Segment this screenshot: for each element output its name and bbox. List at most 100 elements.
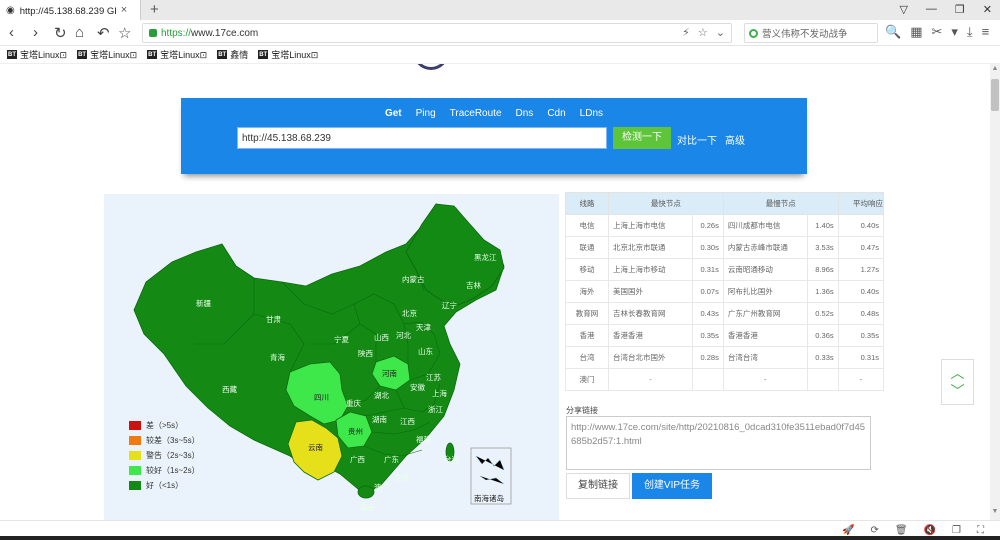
label-guangxi: 广西 [350, 454, 365, 464]
table-header-row: 线路 最快节点 最慢节点 平均响应 [564, 192, 885, 215]
cell-fast-time: 0.35s [691, 324, 724, 347]
cell-fast-time: 0.07s [691, 280, 724, 303]
share-link-field[interactable]: http://www.17ce.com/site/http/20210816_0… [566, 416, 871, 470]
cell-line: 香港 [564, 324, 610, 347]
search-input[interactable]: 营义伟称不发动战争 [744, 23, 878, 43]
tab-ping[interactable]: Ping [416, 108, 436, 119]
cell-fast-node: 吉林长春教育网 [608, 302, 693, 325]
window-controls: ▽ — ❐ ✕ [899, 3, 992, 16]
legend-item: 好（<1s） [129, 480, 200, 491]
bookmark-star-icon[interactable]: ☆ [698, 26, 708, 39]
close-window-button[interactable]: ✕ [983, 3, 992, 16]
scroll-thumb[interactable] [991, 79, 999, 111]
label-jilin: 吉林 [466, 280, 481, 290]
bookmark-item[interactable]: BT 宝塔Linux⊡ [7, 48, 67, 61]
bookmark-item[interactable]: BT 宝塔Linux⊡ [77, 48, 137, 61]
bookmark-label: 宝塔Linux⊡ [271, 50, 319, 60]
label-gansu: 甘肃 [266, 314, 281, 324]
dropdown-icon[interactable]: ▾ [951, 24, 958, 40]
search-engine-icon [749, 28, 758, 38]
new-tab-button[interactable]: + [150, 1, 159, 18]
cell-fast-time: 0.28s [691, 346, 724, 369]
menu-icon[interactable]: ≡ [982, 24, 990, 40]
vertical-scrollbar[interactable]: ▲ ▼ [990, 64, 1000, 520]
scissors-icon[interactable]: ✂ [931, 24, 942, 40]
home-icon[interactable]: ⌂ [75, 24, 84, 41]
lock-icon [149, 29, 157, 37]
cell-slow-time: 8.96s [806, 258, 839, 281]
label-shaanxi: 陕西 [358, 348, 373, 358]
copy-link-button[interactable]: 复制链接 [566, 473, 630, 499]
cell-slow-node: 内蒙古赤峰市联通 [722, 236, 808, 259]
label-guangdong: 广东 [384, 454, 399, 464]
legend-label: 好（<1s） [146, 481, 184, 490]
compare-link[interactable]: 对比一下 [677, 132, 717, 147]
bookmark-item[interactable]: BT 宝塔Linux⊡ [258, 48, 318, 61]
label-yunnan: 云南 [308, 442, 323, 452]
fullscreen-icon[interactable]: ⛶ [977, 525, 984, 536]
legend-item: 较好（1s~2s） [129, 465, 200, 476]
cell-line: 移动 [564, 258, 610, 281]
cell-fast-node: 香港香港 [608, 324, 693, 347]
cell-slow-node: 四川成都市电信 [722, 214, 808, 237]
cell-average: 0.40s [837, 280, 885, 303]
chevron-down-icon[interactable]: ⌄ [716, 26, 725, 39]
site-logo [413, 64, 449, 70]
cell-slow-node: 香港香港 [722, 324, 808, 347]
address-bar[interactable]: https://www.17ce.com ⚡ ☆ ⌄ [142, 23, 732, 43]
label-qinghai: 青海 [270, 352, 285, 362]
close-tab-icon[interactable]: × [121, 4, 127, 16]
bookmark-item[interactable]: BT 鑫情 [217, 48, 248, 61]
apps-grid-icon[interactable]: ▦ [910, 24, 922, 40]
cell-slow-time: 1.36s [806, 280, 839, 303]
sync-icon[interactable]: ⟳ [870, 525, 878, 536]
forward-icon[interactable]: › [33, 24, 38, 41]
tab-dns[interactable]: Dns [516, 108, 534, 119]
url-scheme: https:// [161, 27, 192, 39]
scroll-down-arrow-icon[interactable]: ▼ [990, 508, 1000, 515]
bookmark-item[interactable]: BT 宝塔Linux⊡ [147, 48, 207, 61]
cell-line: 教育网 [564, 302, 610, 325]
tab-ldns[interactable]: LDns [580, 108, 603, 119]
create-vip-task-button[interactable]: 创建VIP任务 [632, 473, 712, 499]
refresh-icon[interactable]: ↻ [54, 24, 67, 42]
tab-cdn[interactable]: Cdn [547, 108, 565, 119]
rocket-icon[interactable]: 🚀 [842, 525, 854, 536]
favorite-star-icon[interactable]: ☆ [118, 24, 131, 42]
cell-slow-time: 3.53s [806, 236, 839, 259]
advanced-link[interactable]: 高级 [725, 132, 745, 147]
back-icon[interactable]: ‹ [9, 24, 14, 41]
host-input[interactable] [237, 127, 607, 149]
download-icon[interactable]: ⤓ [967, 24, 973, 40]
label-hainan: 海南 [360, 502, 375, 512]
header-average: 平均响应 [837, 192, 885, 215]
scroll-up-icon[interactable]: ︿ [951, 365, 965, 381]
china-map: 南海诸岛 新疆 西藏 青海 甘肃 内蒙古 黑龙江 吉林 辽宁 北京 天津 河北 … [104, 194, 559, 520]
scroll-down-icon[interactable]: ﹀ [951, 383, 965, 399]
cell-fast-node: 北京北京市联通 [608, 236, 693, 259]
search-icon[interactable]: 🔍 [885, 24, 901, 40]
tab-traceroute[interactable]: TraceRoute [450, 108, 502, 119]
cell-slow-time [806, 368, 839, 391]
minimize-button[interactable]: — [926, 3, 937, 16]
label-shanxi: 山西 [374, 332, 389, 342]
mute-icon[interactable]: 🔇 [924, 525, 936, 536]
lightning-icon[interactable]: ⚡ [682, 26, 690, 39]
cell-fast-node: 美国国外 [608, 280, 693, 303]
cell-slow-time: 0.33s [806, 346, 839, 369]
detect-button[interactable]: 检测一下 [613, 127, 671, 149]
scroll-up-arrow-icon[interactable]: ▲ [990, 65, 1000, 72]
legend-item: 差（>5s） [129, 420, 200, 431]
active-tab[interactable]: ◉ http://45.138.68.239 GET测 × [0, 0, 141, 20]
legend-swatch [129, 481, 141, 490]
tab-get[interactable]: Get [385, 108, 402, 119]
restore-button[interactable]: ❐ [955, 3, 965, 16]
label-zhejiang: 浙江 [428, 404, 443, 414]
navigation-bar: ‹ › ↻ ⌂ ↶ ☆ https://www.17ce.com ⚡ ☆ ⌄ 营… [0, 20, 1000, 46]
shirt-icon[interactable]: ▽ [899, 3, 907, 16]
table-row: 教育网 吉林长春教育网 0.43s 广东广州教育网 0.52s 0.48s [564, 302, 885, 325]
window-icon[interactable]: ❐ [952, 525, 961, 536]
undo-icon[interactable]: ↶ [97, 24, 110, 42]
trash-icon[interactable]: 🗑 [895, 525, 908, 536]
eye-icon: ◉ [6, 4, 15, 16]
